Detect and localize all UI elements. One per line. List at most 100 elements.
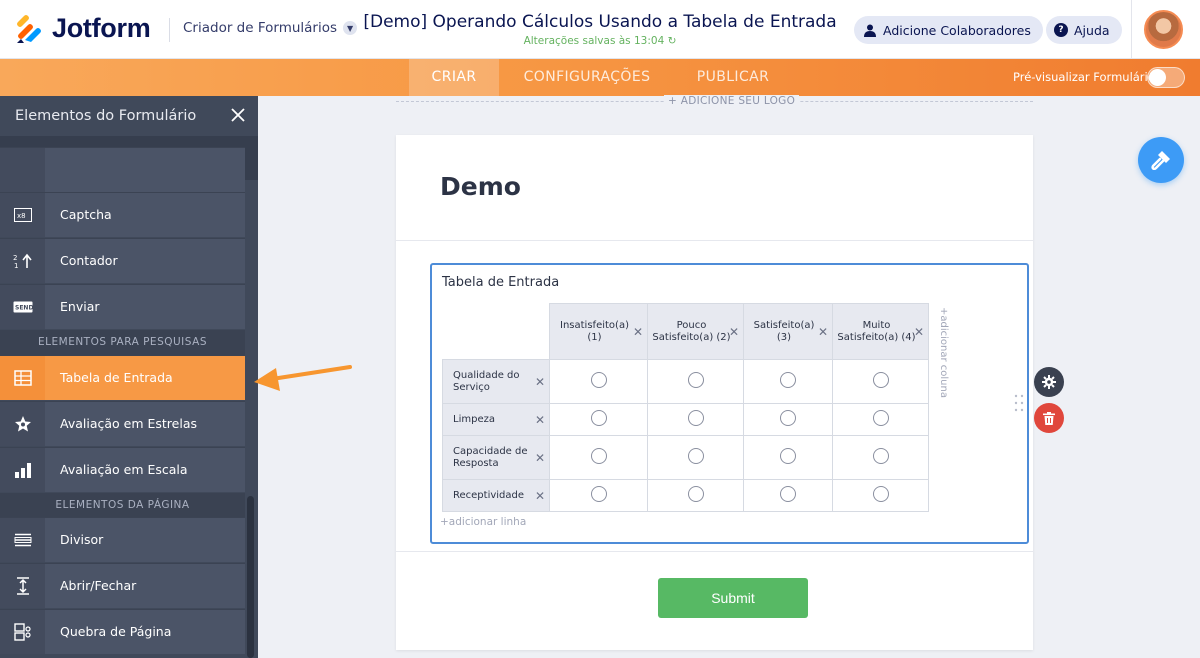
radio-button[interactable] — [590, 409, 607, 426]
radio-button[interactable] — [590, 485, 607, 502]
form-title[interactable]: [Demo] Operando Cálculos Usando a Tabela… — [360, 12, 840, 32]
card-divider — [396, 551, 1033, 552]
jotform-logo[interactable]: Jotform — [16, 13, 151, 44]
radio-button[interactable] — [780, 485, 796, 502]
sidebar-item-label: Divisor — [60, 532, 104, 547]
add-collaborators-button[interactable]: Adicione Colaboradores — [854, 16, 1043, 44]
table-row: Limpeza ✕ — [442, 403, 929, 436]
sidebar-item-label: Tabela de Entrada — [60, 370, 173, 385]
radio-button[interactable] — [687, 409, 704, 426]
avatar[interactable] — [1144, 10, 1183, 49]
drag-handle-icon[interactable] — [1014, 394, 1024, 412]
help-label: Ajuda — [1074, 22, 1110, 38]
radio-button[interactable] — [687, 485, 704, 502]
builder-nav: CRIAR CONFIGURAÇÕES PUBLICAR Pré-visuali… — [0, 59, 1200, 96]
form-heading[interactable]: Demo — [440, 172, 521, 201]
section-page-elements: ELEMENTOS DA PÁGINA — [0, 493, 245, 518]
partial-item-icon — [0, 148, 45, 192]
radio-button[interactable] — [780, 447, 796, 464]
input-table-field[interactable]: Tabela de Entrada Insatisfeito(a) (1) ✕ P… — [430, 263, 1029, 544]
add-row-link[interactable]: +adicionar linha — [440, 516, 526, 528]
form-builder-menu[interactable]: Criador de Formulários ▼ — [183, 20, 358, 36]
radio-button[interactable] — [687, 447, 704, 464]
table-cell — [832, 435, 929, 480]
column-header-label: Muito Satisfeito(a) (4) — [837, 319, 916, 343]
table-cell — [549, 479, 648, 512]
sidebar-item-send[interactable]: SEND Enviar — [0, 284, 245, 329]
captcha-icon: x8 — [0, 193, 45, 237]
remove-column-icon[interactable]: ✕ — [729, 325, 739, 339]
radio-button[interactable] — [872, 447, 889, 464]
radio-button[interactable] — [780, 409, 796, 426]
radio-button[interactable] — [780, 371, 796, 388]
remove-row-icon[interactable]: ✕ — [535, 489, 545, 503]
radio-button[interactable] — [872, 409, 889, 426]
sidebar-item-counter[interactable]: 21 Contador — [0, 238, 245, 283]
counter-icon: 21 — [0, 239, 45, 283]
submit-button[interactable]: Submit — [658, 578, 808, 618]
sidebar-item-page-break[interactable]: Quebra de Página — [0, 609, 245, 654]
row-header[interactable]: Capacidade de Resposta ✕ — [442, 435, 550, 480]
tab-settings[interactable]: CONFIGURAÇÕES — [511, 59, 663, 96]
table-row: Qualidade do Serviço ✕ — [442, 359, 929, 404]
star-icon — [0, 402, 45, 446]
help-button[interactable]: ? Ajuda — [1046, 16, 1122, 44]
gear-icon — [1042, 375, 1056, 389]
save-status-text: Alterações salvas às 13:04 — [523, 35, 665, 47]
row-header[interactable]: Qualidade do Serviço ✕ — [442, 359, 550, 404]
radio-button[interactable] — [872, 371, 889, 388]
close-icon[interactable] — [230, 107, 246, 123]
table-cell — [743, 359, 833, 404]
column-header-label: Pouco Satisfeito(a) (2) — [652, 319, 731, 343]
sidebar-item-scale-rating[interactable]: Avaliação em Escala — [0, 447, 245, 492]
sidebar-item-divider[interactable]: Divisor — [0, 517, 245, 562]
table-cell — [549, 403, 648, 436]
sidebar-item-label: Enviar — [60, 299, 100, 314]
row-header[interactable]: Limpeza ✕ — [442, 403, 550, 436]
add-logo-link[interactable]: + ADICIONE SEU LOGO — [664, 95, 800, 107]
radio-button[interactable] — [687, 371, 704, 388]
column-header[interactable]: Muito Satisfeito(a) (4) ✕ — [832, 303, 929, 360]
radio-button[interactable] — [590, 371, 607, 388]
table-row: Capacidade de Resposta ✕ — [442, 435, 929, 480]
field-label[interactable]: Tabela de Entrada — [442, 275, 559, 290]
preview-toggle[interactable] — [1147, 67, 1185, 88]
tab-publish[interactable]: PUBLICAR — [684, 59, 782, 96]
radio-button[interactable] — [872, 485, 889, 502]
delete-field-button[interactable] — [1034, 403, 1064, 433]
remove-row-icon[interactable]: ✕ — [535, 413, 545, 427]
sidebar-item-star-rating[interactable]: Avaliação em Estrelas — [0, 401, 245, 446]
preview-label: Pré-visualizar Formulário — [1013, 70, 1155, 84]
jotform-logo-icon — [17, 14, 41, 43]
column-header[interactable]: Pouco Satisfeito(a) (2) ✕ — [647, 303, 744, 360]
table-row: Receptividade ✕ — [442, 479, 929, 512]
tab-create[interactable]: CRIAR — [409, 59, 499, 96]
form-designer-button[interactable] — [1138, 137, 1184, 183]
save-status: Alterações salvas às 13:04 ↻ — [360, 35, 840, 47]
column-header-label: Satisfeito(a) (3) — [753, 319, 815, 343]
radio-button[interactable] — [590, 447, 607, 464]
field-settings-button[interactable] — [1034, 367, 1064, 397]
page-break-icon — [0, 610, 45, 654]
remove-row-icon[interactable]: ✕ — [535, 375, 545, 389]
sidebar-item-input-table[interactable]: Tabela de Entrada — [0, 355, 245, 400]
table-header-row: Insatisfeito(a) (1) ✕ Pouco Satisfeito(a)… — [443, 303, 929, 360]
sidebar-item-partial[interactable] — [0, 147, 245, 192]
table-cell — [647, 359, 744, 404]
table-cell — [647, 479, 744, 512]
add-column-link[interactable]: +adicionar coluna — [938, 307, 949, 398]
sidebar-scrollbar[interactable] — [247, 496, 254, 658]
remove-column-icon[interactable]: ✕ — [633, 325, 643, 339]
remove-column-icon[interactable]: ✕ — [914, 325, 924, 339]
remove-column-icon[interactable]: ✕ — [818, 325, 828, 339]
remove-row-icon[interactable]: ✕ — [535, 451, 545, 465]
column-header[interactable]: Insatisfeito(a) (1) ✕ — [549, 303, 648, 360]
table-cell — [743, 479, 833, 512]
divider-icon — [0, 518, 45, 562]
row-header[interactable]: Receptividade ✕ — [442, 479, 550, 512]
sidebar-item-label: Avaliação em Escala — [60, 462, 188, 477]
sidebar-item-collapse[interactable]: Abrir/Fechar — [0, 563, 245, 608]
sidebar-item-captcha[interactable]: x8 Captcha — [0, 192, 245, 237]
column-header[interactable]: Satisfeito(a) (3) ✕ — [743, 303, 833, 360]
sidebar-item-label: Captcha — [60, 207, 112, 222]
